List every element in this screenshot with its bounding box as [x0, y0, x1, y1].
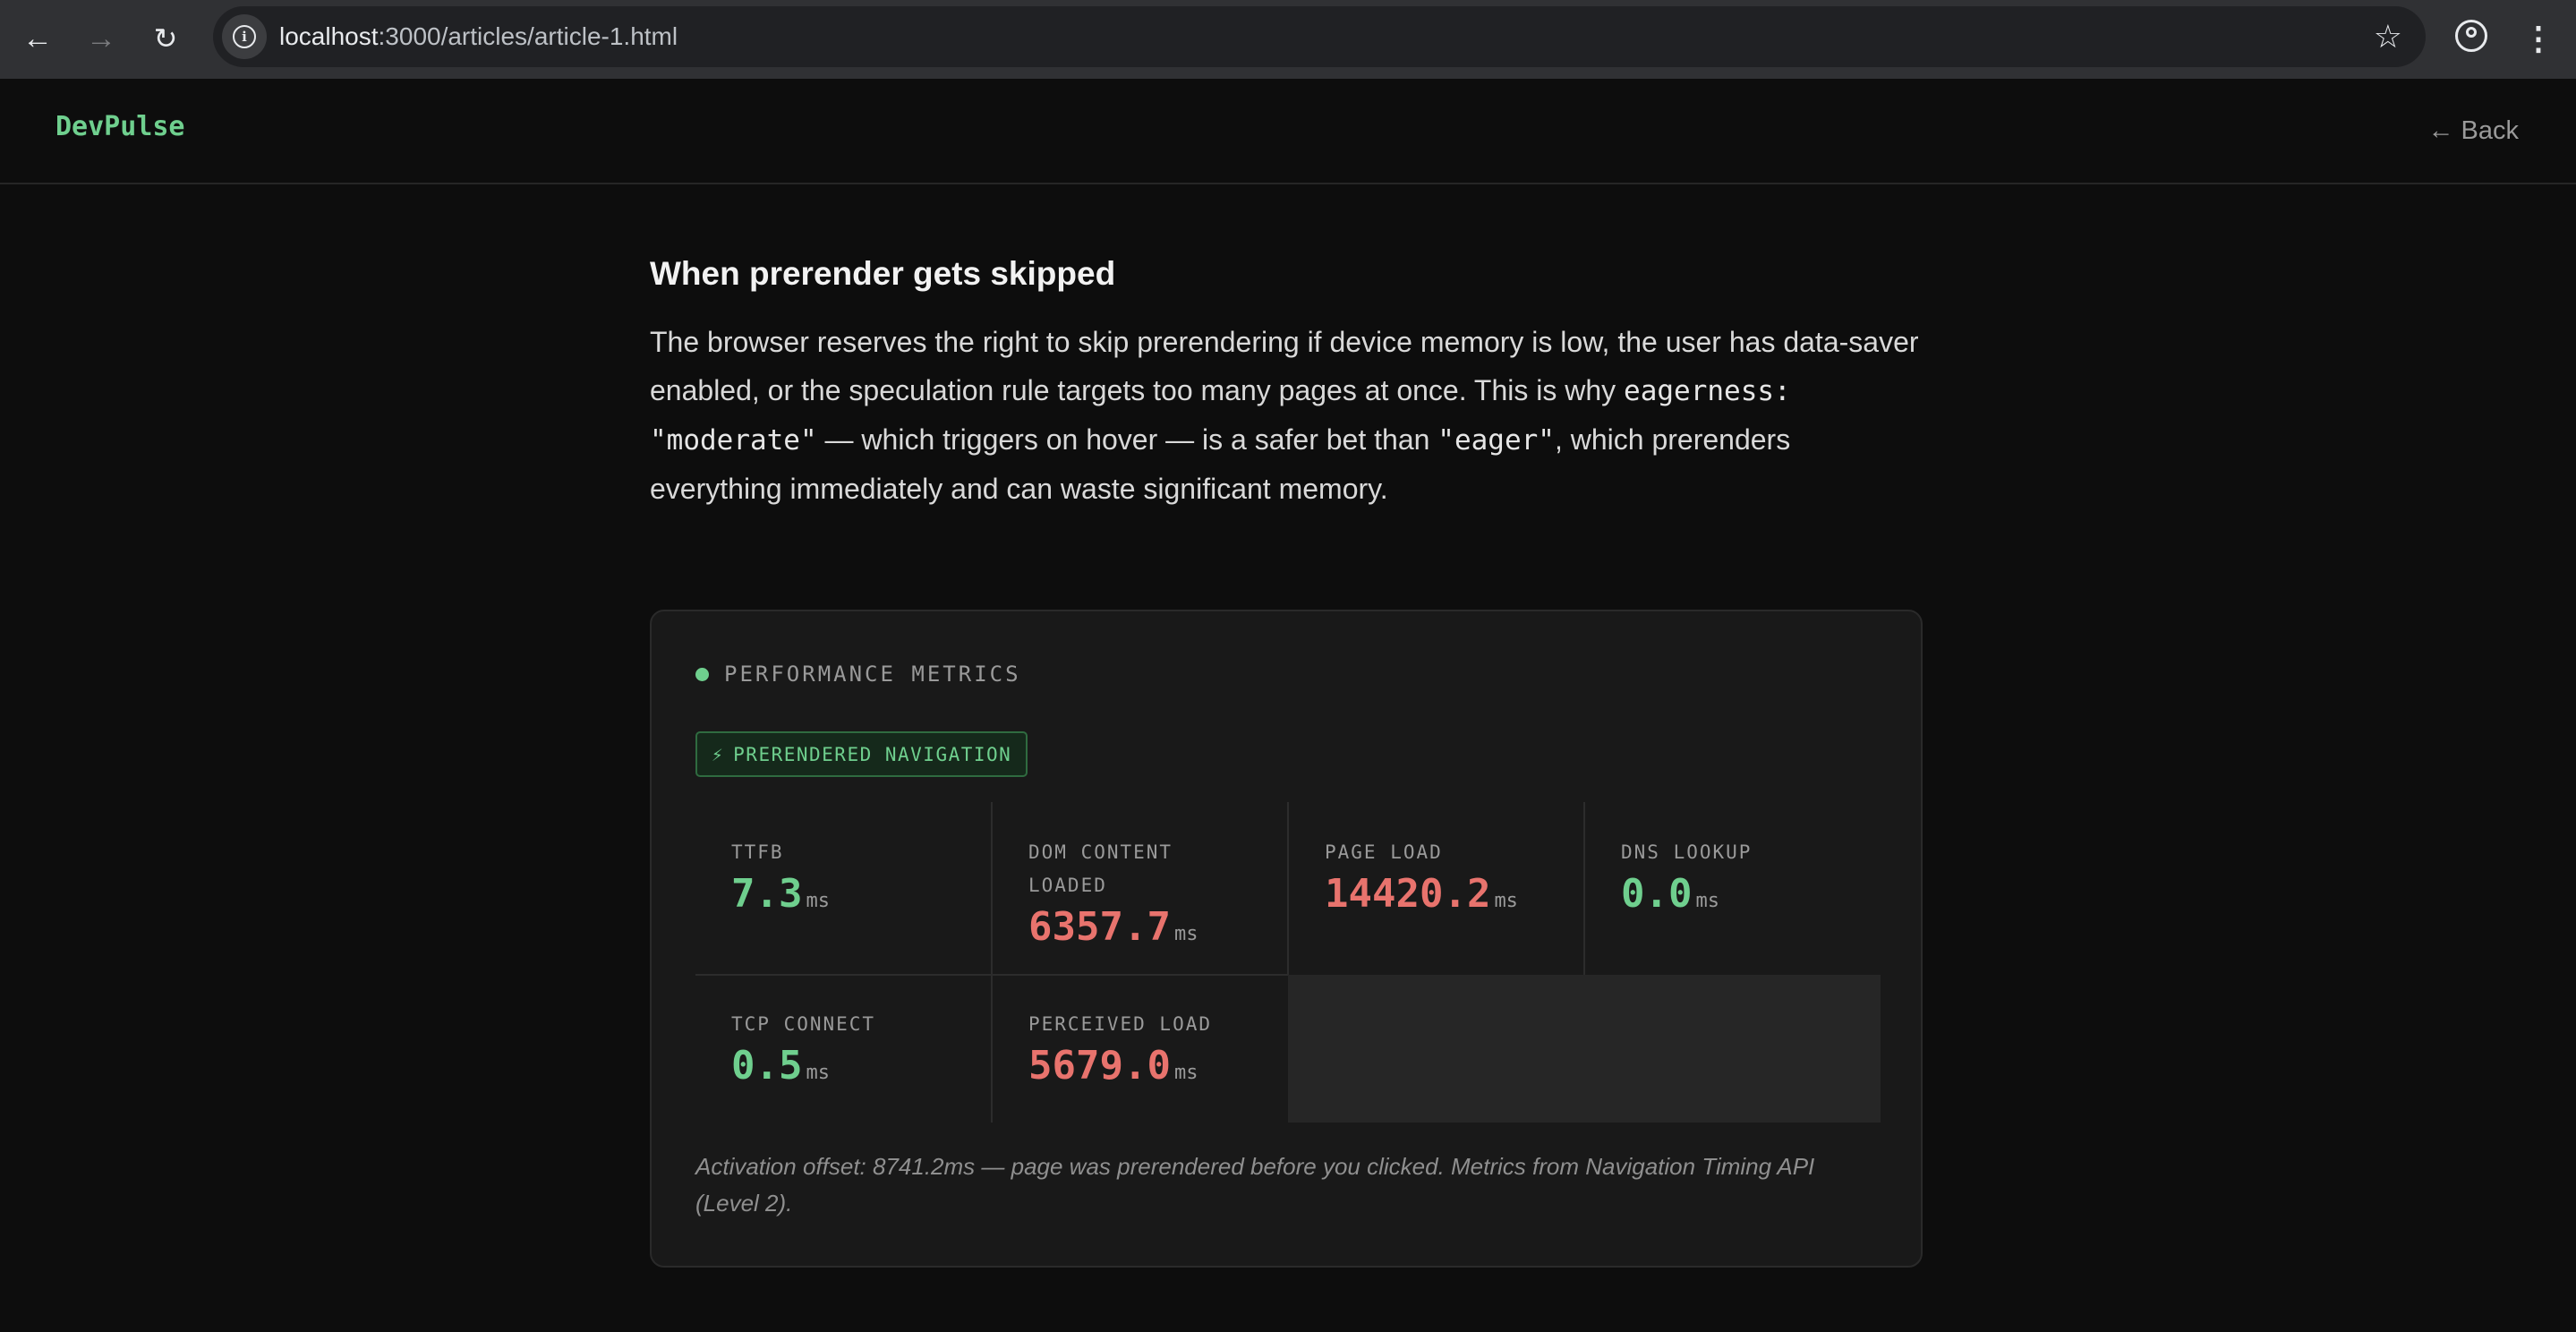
menu-kebab-icon[interactable]: ⋮ — [2522, 18, 2555, 59]
metric-page-load: PAGE LOAD 14420.2 ms — [1289, 802, 1584, 974]
metric-dns-lookup: DNS LOOKUP 0.0 ms — [1585, 802, 1881, 974]
empty-grid-cell — [1288, 975, 1881, 1123]
back-link[interactable]: ← Back — [2427, 116, 2519, 146]
reload-icon: ↻ — [153, 22, 178, 55]
forward-nav-button[interactable]: → — [81, 18, 122, 59]
metrics-footnote: Activation offset: 8741.2ms — page was p… — [695, 1153, 1815, 1217]
brand-logo[interactable]: DevPulse — [55, 111, 185, 142]
status-dot-icon — [695, 667, 709, 681]
site-info-button[interactable]: i — [222, 14, 267, 59]
lightning-icon: ⚡ — [712, 743, 725, 765]
section-heading: When prerender gets skipped — [650, 255, 1116, 292]
url-text[interactable]: localhost:3000/articles/article-1.html — [279, 6, 678, 67]
metric-value: 7.3 ms — [731, 871, 830, 917]
prerender-badge: ⚡ PRERENDERED NAVIGATION — [695, 731, 1028, 777]
reload-button[interactable]: ↻ — [145, 18, 186, 59]
article-paragraph: The browser reserves the right to skip p… — [650, 326, 1919, 505]
performance-metrics-card: PERFORMANCE METRICS ⚡ PRERENDERED NAVIGA… — [650, 610, 1923, 1268]
info-icon: i — [233, 25, 256, 48]
arrow-right-icon: → — [86, 21, 116, 56]
metrics-grid: TTFB 7.3 ms DOM CONTENT LOADED 6357.7 ms P… — [695, 802, 1881, 1123]
metric-value: 5679.0 ms — [1028, 1043, 1198, 1089]
metric-dom-content-loaded: DOM CONTENT LOADED 6357.7 ms — [993, 802, 1261, 974]
site-header: DevPulse ← Back — [0, 79, 2576, 184]
metric-tcp-connect: TCP CONNECT 0.5 ms — [695, 976, 991, 1123]
bookmark-star-button[interactable]: ☆ — [2374, 6, 2402, 67]
card-title: PERFORMANCE METRICS — [695, 661, 1021, 687]
back-nav-button[interactable]: ← — [17, 18, 58, 59]
metric-value: 14420.2 ms — [1325, 871, 1518, 917]
metric-perceived-load: PERCEIVED LOAD 5679.0 ms — [993, 976, 1288, 1123]
star-icon: ☆ — [2373, 18, 2402, 55]
browser-toolbar: ← → ↻ i localhost:3000/articles/article-… — [0, 0, 2576, 79]
metric-ttfb: TTFB 7.3 ms — [695, 802, 991, 974]
arrow-left-icon: ← — [22, 21, 53, 56]
profile-icon[interactable] — [2455, 20, 2487, 52]
address-bar[interactable]: i localhost:3000/articles/article-1.html… — [213, 6, 2426, 67]
inline-code: "eager" — [1437, 424, 1555, 457]
metric-value: 0.0 ms — [1621, 871, 1719, 917]
article-section: When prerender gets skipped The browser … — [650, 255, 1921, 513]
metric-value: 6357.7 ms — [1028, 904, 1198, 950]
metric-value: 0.5 ms — [731, 1043, 830, 1089]
